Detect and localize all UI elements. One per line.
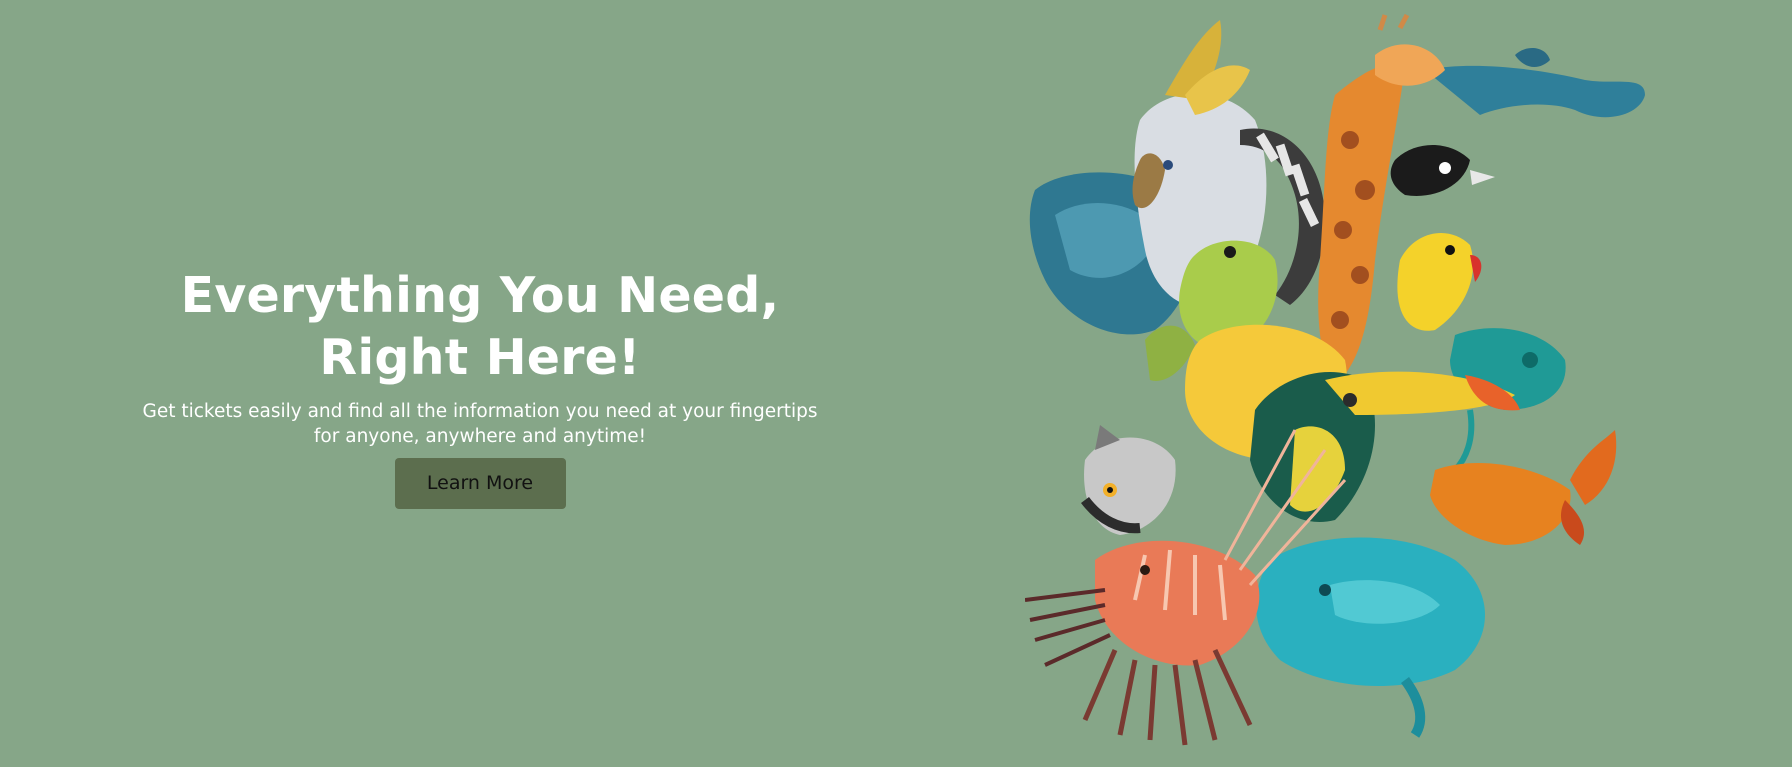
hero-title: Everything You Need, Right Here! (80, 265, 880, 389)
hero-text-block: Everything You Need, Right Here! Get tic… (80, 265, 880, 509)
animal-collage-illustration (1025, 13, 1645, 746)
hero-title-line-2: Right Here! (319, 329, 641, 386)
hero-subtitle: Get tickets easily and find all the info… (80, 399, 880, 449)
hero-section: Everything You Need, Right Here! Get tic… (0, 0, 1792, 767)
hero-subtitle-line-1: Get tickets easily and find all the info… (142, 401, 818, 422)
learn-more-button[interactable]: Learn More (394, 458, 566, 509)
hero-title-line-1: Everything You Need, (180, 267, 780, 324)
hero-subtitle-line-2: for anyone, anywhere and anytime! (313, 426, 647, 447)
